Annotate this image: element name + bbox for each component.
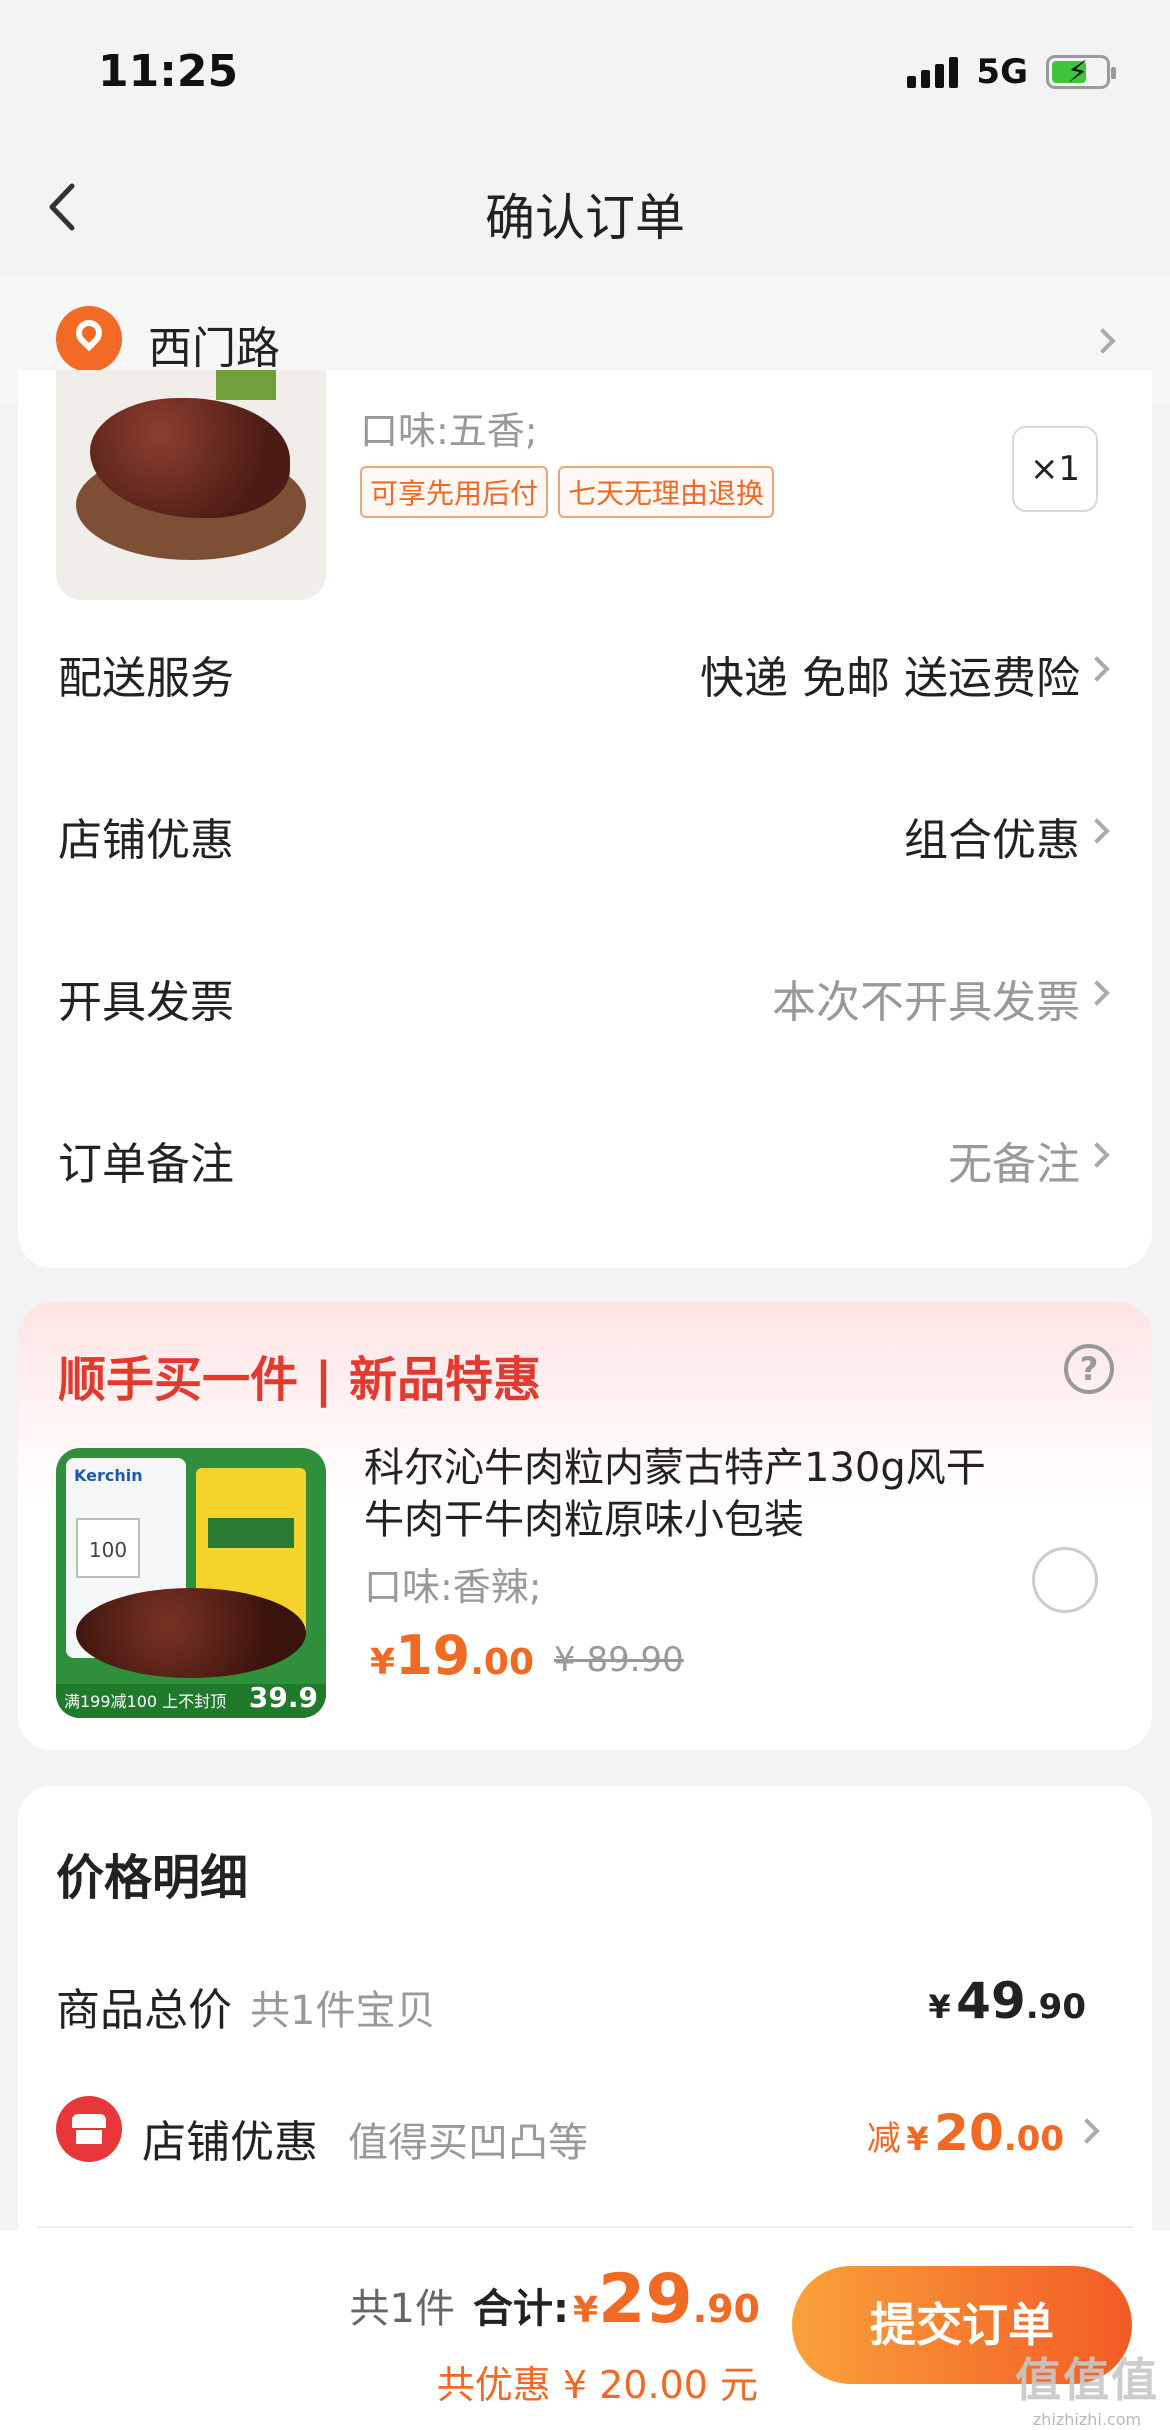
promo-product-image[interactable]: Kerchin 100 满199减100 上不封顶 39.9 <box>56 1448 326 1718</box>
chevron-right-icon <box>1084 818 1110 844</box>
option-label: 订单备注 <box>58 1139 234 1190</box>
product-flavor: 口味:五香; <box>360 409 538 453</box>
price-symbol: ¥ <box>572 2290 599 2331</box>
goods-total-count: 共1件宝贝 <box>250 1988 436 2034</box>
nav-bar: 确认订单 <box>0 150 1170 270</box>
total-summary: 共1件 合计: ¥ 29 .90 <box>350 2260 760 2339</box>
watermark: 值值值 zhizhizhi.com <box>1012 2344 1162 2429</box>
tag-free-return: 七天无理由退换 <box>558 466 775 518</box>
address-text: 西门路 <box>148 323 280 374</box>
promo-title: 顺手买一件 | 新品特惠 <box>58 1352 541 1408</box>
shop-discount-amount: 减 ¥ 20.00 <box>867 2104 1064 2162</box>
image-price-text: 39.9 <box>248 1681 318 1714</box>
option-value: 本次不开具发票 <box>772 977 1080 1028</box>
watermark-url: zhizhizhi.com <box>1032 2410 1142 2429</box>
network-type: 5G <box>976 52 1028 92</box>
price-symbol: ¥ <box>906 2120 929 2158</box>
order-card: 口味:五香; 可享先用后付 七天无理由退换 ×1 配送服务 快递 免邮 送运费险… <box>18 370 1152 1268</box>
promo-product-title[interactable]: 科尔沁牛肉粒内蒙古特产130g风干牛肉干牛肉粒原味小包装 <box>364 1442 1004 1546</box>
option-label: 配送服务 <box>58 653 234 704</box>
shop-icon <box>56 2096 122 2162</box>
status-time: 11:25 <box>98 46 239 97</box>
image-coupon-text: 100 <box>76 1518 140 1578</box>
shop-discount-row[interactable]: 店铺优惠 值得买凹凸等 减 ¥ 20.00 <box>18 2096 1152 2176</box>
option-shop-discount[interactable]: 店铺优惠 组合优惠 <box>18 774 1152 884</box>
chevron-right-icon <box>1084 656 1110 682</box>
price-integer: 19 <box>395 1624 471 1687</box>
goods-total-amount: ¥ 49.90 <box>928 1972 1086 2030</box>
price-decimal: .90 <box>1025 1987 1086 2027</box>
goods-total-label: 商品总价 <box>56 1985 232 2036</box>
promo-card: 顺手买一件 | 新品特惠 ? Kerchin 100 满199减100 上不封顶… <box>18 1302 1152 1750</box>
product-image[interactable] <box>56 370 326 600</box>
option-invoice[interactable]: 开具发票 本次不开具发票 <box>18 936 1152 1046</box>
status-bar: 11:25 5G ⚡ <box>0 0 1170 150</box>
price-symbol: ¥ <box>370 1642 396 1683</box>
watermark-text: 值值值 <box>1015 2353 1159 2407</box>
price-decimal: .00 <box>470 1642 534 1683</box>
price-symbol: ¥ <box>928 1988 951 2026</box>
total-saved: 共优惠 ¥ 20.00 元 <box>436 2363 758 2407</box>
option-delivery[interactable]: 配送服务 快递 免邮 送运费险 <box>18 612 1152 722</box>
option-value: 无备注 <box>948 1139 1080 1190</box>
option-value: 快递 免邮 送运费险 <box>700 653 1080 704</box>
image-strip-text: 满199减100 上不封顶 <box>64 1692 227 1711</box>
chevron-right-icon <box>1084 980 1110 1006</box>
price-integer: 20 <box>934 2104 1004 2162</box>
location-pin-icon <box>56 306 122 372</box>
option-label: 店铺优惠 <box>58 815 234 866</box>
promo-original-price: ¥ 89.90 <box>554 1640 684 1680</box>
quantity-button[interactable]: ×1 <box>1012 426 1098 512</box>
product-tags: 可享先用后付 七天无理由退换 <box>360 466 775 518</box>
signal-icon <box>907 56 959 88</box>
promo-product-price: ¥19.00 <box>370 1624 534 1687</box>
promo-select-radio[interactable] <box>1032 1547 1098 1613</box>
goods-total-row: 商品总价 共1件宝贝 ¥ 49.90 <box>18 1964 1152 2044</box>
shop-discount-label: 店铺优惠 <box>142 2117 318 2168</box>
checkout-bar: 共1件 合计: ¥ 29 .90 共优惠 ¥ 20.00 元 提交订单 <box>0 2230 1170 2430</box>
chevron-right-icon <box>1074 2118 1100 2144</box>
item-count: 共1件 <box>349 2286 455 2332</box>
image-brand-text: Kerchin <box>74 1466 143 1485</box>
option-value: 组合优惠 <box>904 815 1080 866</box>
price-detail-title: 价格明细 <box>56 1850 249 1906</box>
chevron-right-icon <box>1090 328 1116 354</box>
price-integer: 49 <box>956 1972 1026 2030</box>
option-label: 开具发票 <box>58 977 234 1028</box>
divider <box>36 2226 1134 2228</box>
option-note[interactable]: 订单备注 无备注 <box>18 1098 1152 1208</box>
status-indicators: 5G ⚡ <box>907 52 1116 92</box>
price-decimal: .00 <box>1003 2119 1064 2159</box>
total-integer: 29 <box>598 2260 693 2339</box>
discount-prefix: 减 <box>866 2119 901 2159</box>
help-icon[interactable]: ? <box>1064 1344 1114 1394</box>
tag-pay-later: 可享先用后付 <box>360 466 549 518</box>
total-decimal: .90 <box>692 2287 760 2331</box>
page-title: 确认订单 <box>485 189 685 247</box>
shop-discount-source: 值得买凹凸等 <box>348 2120 588 2166</box>
promo-product-flavor: 口味:香辣; <box>364 1565 542 1609</box>
chevron-right-icon <box>1084 1142 1110 1168</box>
battery-charging-icon: ⚡ <box>1046 55 1116 90</box>
total-label: 合计: <box>472 2286 569 2332</box>
